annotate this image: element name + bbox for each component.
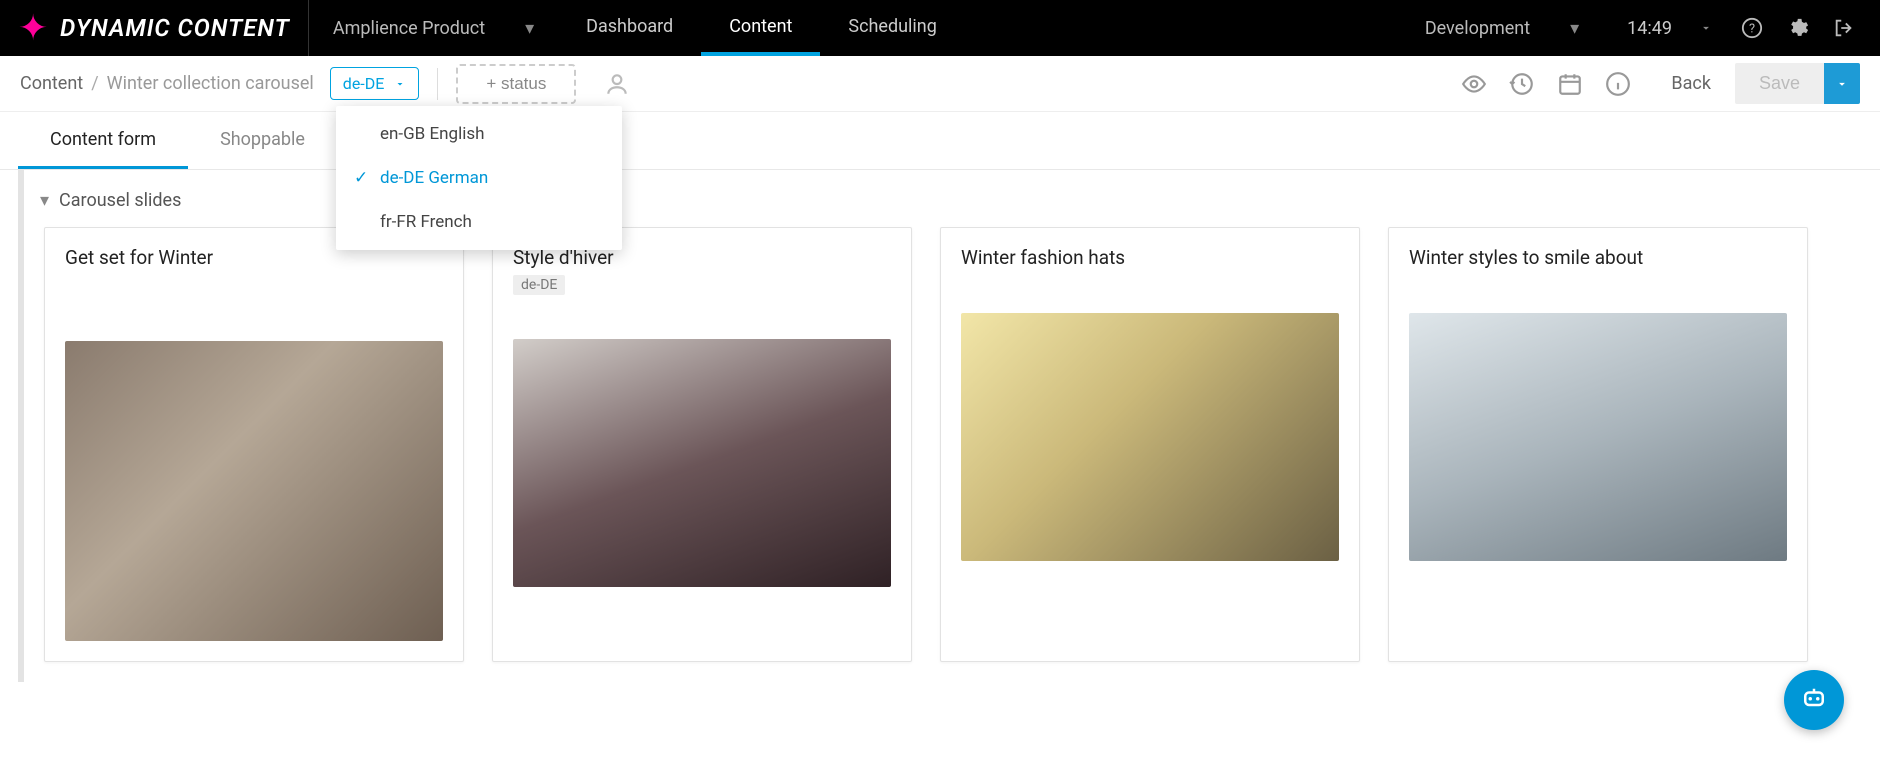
nav-development-label: Development	[1425, 18, 1530, 39]
add-status-button[interactable]: + status	[456, 64, 576, 104]
locale-option-en-gb[interactable]: ✓ en-GB English	[336, 112, 622, 156]
chevron-down-icon: ▾	[525, 18, 534, 39]
section-header[interactable]: ▾ Carousel slides	[32, 170, 1862, 227]
calendar-icon[interactable]	[1557, 71, 1583, 97]
brand-swirl-icon: ✦	[18, 10, 48, 46]
tab-shoppable[interactable]: Shoppable	[188, 113, 337, 169]
history-icon[interactable]	[1509, 71, 1535, 97]
chevron-down-icon	[394, 78, 406, 90]
cards-row: Get set for Winter Style d'hiver de-DE W…	[32, 227, 1862, 682]
divider	[437, 68, 438, 100]
nav-items: Dashboard Content Scheduling	[558, 0, 965, 56]
tabs-row: Content form Shoppable	[0, 112, 1880, 170]
locale-badge: de-DE	[513, 275, 565, 295]
breadcrumb-current: Winter collection carousel	[107, 73, 314, 94]
locale-popup: ✓ en-GB English ✓ de-DE German ✓ fr-FR F…	[336, 106, 622, 250]
top-nav: ✦ DYNAMIC CONTENT Amplience Product ▾ Da…	[0, 0, 1880, 56]
save-group: Save	[1735, 63, 1860, 104]
check-icon: ✓	[354, 168, 380, 188]
info-icon[interactable]	[1605, 71, 1631, 97]
toolbar: Content / Winter collection carousel de-…	[0, 56, 1880, 112]
breadcrumb-separator: /	[91, 73, 98, 94]
card-image	[65, 341, 443, 641]
nav-dashboard[interactable]: Dashboard	[558, 0, 701, 56]
nav-right: 14:49 ?	[1603, 16, 1880, 40]
locale-option-fr-fr[interactable]: ✓ fr-FR French	[336, 200, 622, 244]
save-dropdown[interactable]	[1824, 63, 1860, 104]
card-image	[1409, 313, 1787, 561]
card-title: Winter styles to smile about	[1409, 246, 1787, 269]
breadcrumb: Content / Winter collection carousel	[20, 73, 314, 94]
locale-option-label: de-DE German	[380, 168, 488, 188]
section-title: Carousel slides	[59, 190, 181, 211]
chevron-down-icon: ▾	[1570, 18, 1579, 39]
svg-text:?: ?	[1749, 22, 1755, 37]
card-image	[513, 339, 891, 587]
collapse-icon: ▾	[40, 190, 49, 211]
chevron-down-icon[interactable]	[1694, 16, 1718, 40]
slide-card[interactable]: Winter fashion hats	[940, 227, 1360, 662]
content-area: ▾ Carousel slides Get set for Winter Sty…	[0, 170, 1880, 766]
nav-development[interactable]: Development ▾	[1401, 18, 1603, 39]
hub-selector[interactable]: Amplience Product ▾	[309, 0, 558, 56]
hub-name: Amplience Product	[333, 18, 485, 39]
locale-dropdown[interactable]: de-DE	[330, 67, 420, 100]
card-image	[961, 313, 1339, 561]
locale-option-label: en-GB English	[380, 124, 485, 144]
nav-scheduling[interactable]: Scheduling	[820, 0, 964, 56]
help-icon[interactable]: ?	[1740, 16, 1764, 40]
nav-content[interactable]: Content	[701, 0, 820, 56]
save-button[interactable]: Save	[1735, 63, 1824, 104]
back-button[interactable]: Back	[1671, 73, 1711, 94]
breadcrumb-root[interactable]: Content	[20, 73, 83, 94]
tab-content-form[interactable]: Content form	[18, 113, 188, 169]
clock-time: 14:49	[1627, 18, 1672, 39]
slide-card[interactable]: Winter styles to smile about	[1388, 227, 1808, 662]
preview-icon[interactable]	[1461, 71, 1487, 97]
locale-option-de-de[interactable]: ✓ de-DE German	[336, 156, 622, 200]
locale-current: de-DE	[343, 74, 385, 93]
card-title: Winter fashion hats	[961, 246, 1339, 269]
chat-bubble[interactable]	[1784, 670, 1844, 730]
slide-card[interactable]: Style d'hiver de-DE	[492, 227, 912, 662]
locale-option-label: fr-FR French	[380, 212, 472, 232]
brand-text: DYNAMIC CONTENT	[60, 14, 290, 42]
brand-block: ✦ DYNAMIC CONTENT	[0, 0, 309, 56]
assignee-icon[interactable]	[604, 71, 630, 97]
gear-icon[interactable]	[1786, 16, 1810, 40]
logout-icon[interactable]	[1832, 16, 1856, 40]
toolbar-actions	[1461, 71, 1631, 97]
slide-card[interactable]: Get set for Winter	[44, 227, 464, 662]
carousel-section: ▾ Carousel slides Get set for Winter Sty…	[18, 170, 1862, 682]
